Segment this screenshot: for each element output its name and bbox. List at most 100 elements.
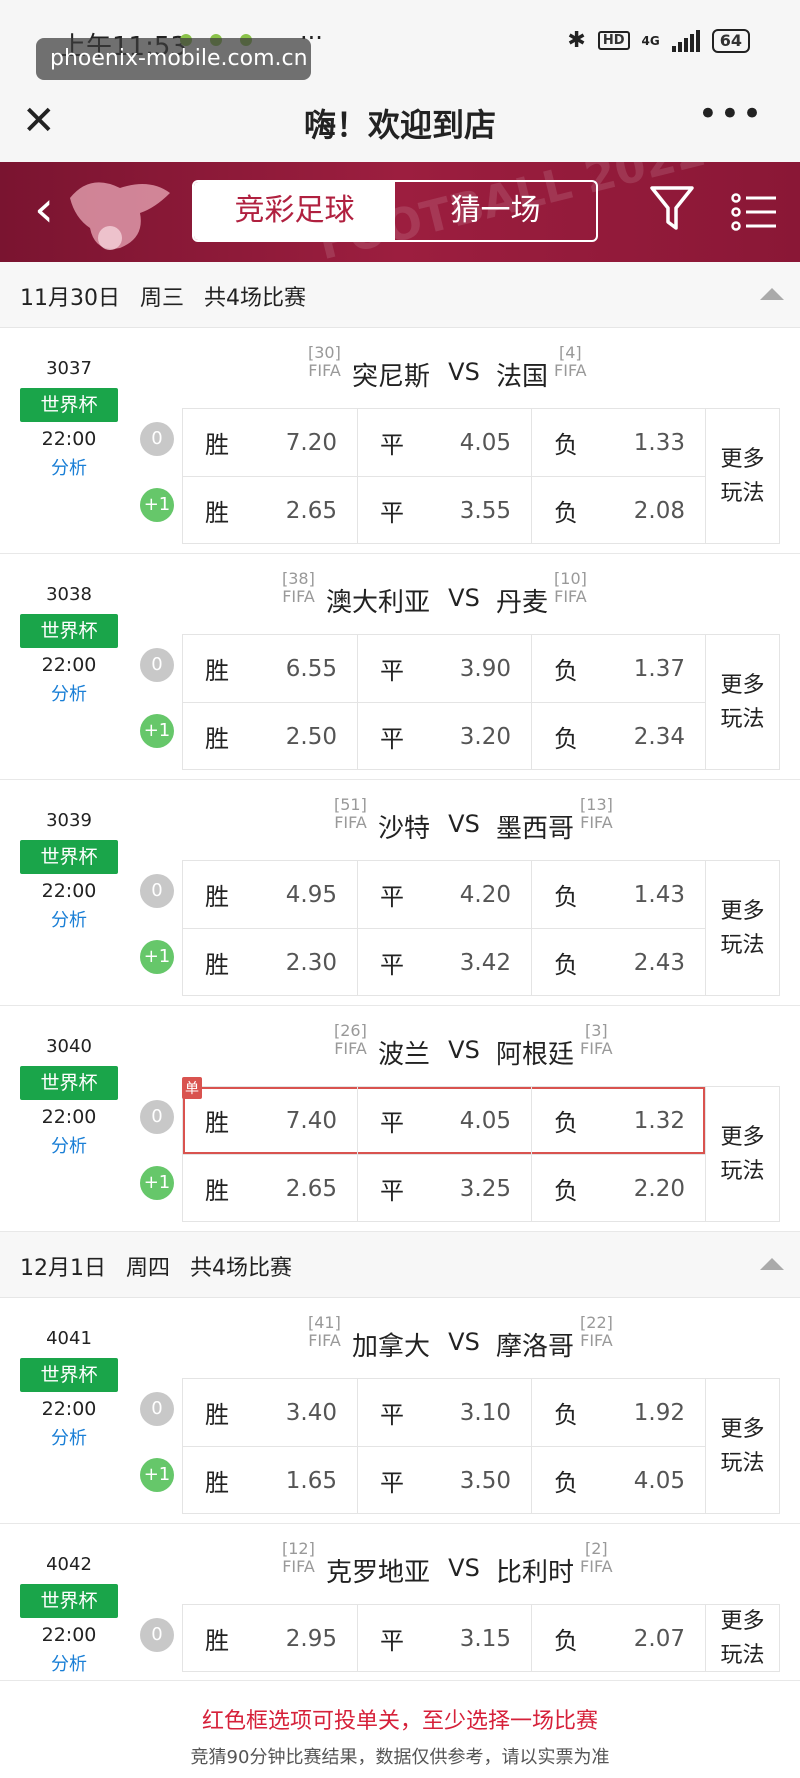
odds-lose-cell[interactable]: 负 1.33: [531, 409, 705, 476]
odds-lose-cell[interactable]: 负 2.20: [531, 1155, 705, 1222]
away-team: 摩洛哥: [496, 1332, 575, 1362]
odds-draw-cell[interactable]: 平 3.25: [357, 1155, 531, 1222]
odds-win-cell[interactable]: 胜 2.95: [183, 1605, 357, 1672]
odds-lose-cell[interactable]: 负 2.34: [531, 703, 705, 770]
odds-lose-label: 负: [554, 499, 578, 527]
more-play-line1: 更多: [720, 899, 765, 924]
odds-lose-cell[interactable]: 负 4.05: [531, 1447, 705, 1514]
odds-draw-value: 4.05: [459, 1107, 511, 1134]
teams-row: [30] FIFA 突尼斯 VS 法国 [4] FIFA: [182, 344, 680, 394]
odds-win-cell[interactable]: 胜 6.55: [183, 635, 357, 702]
odds-draw-cell[interactable]: 平 3.55: [357, 477, 531, 544]
odds-lose-cell[interactable]: 负 1.37: [531, 635, 705, 702]
odds-win-cell[interactable]: 胜 2.30: [183, 929, 357, 996]
odds-win-label: 胜: [205, 1627, 229, 1655]
away-rank: [22] FIFA: [580, 1314, 613, 1350]
list-menu-icon[interactable]: [730, 188, 778, 236]
handicap-plus-one-badge: +1: [140, 940, 174, 974]
analysis-link[interactable]: 分析: [20, 1132, 118, 1158]
match-time: 22:00: [41, 1624, 97, 1646]
odds-win-cell[interactable]: 胜 7.20: [183, 409, 357, 476]
analysis-link[interactable]: 分析: [20, 680, 118, 706]
more-play-button[interactable]: 更多 玩法: [706, 1604, 780, 1672]
odds-win-cell[interactable]: 胜 7.40 单: [182, 1077, 357, 1154]
collapse-icon[interactable]: [760, 1258, 784, 1270]
more-play-button[interactable]: 更多 玩法: [706, 634, 780, 770]
odds-lose-label: 负: [554, 1627, 578, 1655]
match-number: 3037: [46, 358, 92, 379]
odds-win-cell[interactable]: 胜 1.65: [183, 1447, 357, 1514]
odds-win-cell[interactable]: 胜 4.95: [183, 861, 357, 928]
odds-win-cell[interactable]: 胜 3.40: [183, 1379, 357, 1446]
odds-draw-cell[interactable]: 平 3.90: [357, 635, 531, 702]
analysis-link[interactable]: 分析: [20, 1650, 118, 1676]
match-number: 3038: [46, 584, 92, 605]
more-play-button[interactable]: 更多 玩法: [706, 1086, 780, 1222]
odds-lose-label: 负: [554, 951, 578, 979]
odds-draw-cell[interactable]: 平 3.10: [357, 1379, 531, 1446]
analysis-link[interactable]: 分析: [20, 454, 118, 480]
odds-lose-label: 负: [554, 657, 578, 685]
tab-jingcai-football[interactable]: 竞彩足球: [194, 182, 395, 240]
odds-lose-cell[interactable]: 负 2.07: [531, 1605, 705, 1672]
odds-draw-cell[interactable]: 平 3.20: [357, 703, 531, 770]
odds-row: 胜 2.65 平 3.25 负 2.20: [183, 1154, 705, 1222]
more-play-button[interactable]: 更多 玩法: [706, 1378, 780, 1514]
odds-draw-cell[interactable]: 平 3.42: [357, 929, 531, 996]
odds-lose-label: 负: [554, 1401, 578, 1429]
footer-bar: 红色框选项可投单关，至少选择一场比赛 竞猜90分钟比赛结果，数据仅供参考，请以实…: [0, 1680, 800, 1778]
odds-lose-cell[interactable]: 负 1.92: [531, 1379, 705, 1446]
odds-lose-cell[interactable]: 负 2.08: [531, 477, 705, 544]
odds-draw-cell[interactable]: 平 4.05: [357, 409, 531, 476]
away-team: 比利时: [496, 1558, 575, 1588]
odds-win-cell[interactable]: 胜 2.50: [183, 703, 357, 770]
match-info: 3038 世界杯 22:00 分析: [20, 584, 118, 706]
collapse-icon[interactable]: [760, 288, 784, 300]
odds-draw-cell[interactable]: 平 3.15: [357, 1605, 531, 1672]
odds-grid: 胜 6.55 平 3.90 负 1.37 胜 2.50 平 3.20 负 2.34: [182, 634, 706, 770]
analysis-link[interactable]: 分析: [20, 1424, 118, 1450]
more-menu-icon[interactable]: •••: [698, 94, 764, 134]
odds-draw-cell[interactable]: 平 4.20: [357, 861, 531, 928]
date-text: 11月30日 周三 共4场比赛: [20, 280, 326, 312]
match-list: 11月30日 周三 共4场比赛 3037 世界杯 22:00 分析 [30] FIFA 突尼斯 VS…: [0, 262, 800, 1750]
odds-win-value: 7.40: [285, 1107, 337, 1134]
odds-draw-value: 3.20: [459, 723, 511, 750]
odds-win-cell[interactable]: 胜 2.65: [183, 477, 357, 544]
odds-lose-cell[interactable]: 负 1.43: [531, 861, 705, 928]
teams-row: [41] FIFA 加拿大 VS 摩洛哥 [22] FIFA: [182, 1314, 680, 1364]
odds-win-cell[interactable]: 胜 2.65: [183, 1155, 357, 1222]
date-header[interactable]: 12月1日 周四 共4场比赛: [0, 1232, 800, 1298]
odds-lose-cell[interactable]: 负 1.32: [531, 1087, 705, 1154]
footer-main-text: 红色框选项可投单关，至少选择一场比赛: [201, 1709, 598, 1734]
analysis-link[interactable]: 分析: [20, 906, 118, 932]
odds-lose-value: 2.08: [633, 497, 685, 524]
match-count-label: 共4场比赛: [204, 286, 307, 311]
odds-draw-cell[interactable]: 平 4.05: [357, 1087, 531, 1154]
odds-draw-cell[interactable]: 平 3.50: [357, 1447, 531, 1514]
more-play-button[interactable]: 更多 玩法: [706, 860, 780, 996]
home-rank: [38] FIFA: [282, 570, 315, 606]
more-play-button[interactable]: 更多 玩法: [706, 408, 780, 544]
more-play-line2: 玩法: [720, 707, 765, 732]
odds-win-value: 2.30: [285, 949, 337, 976]
odds-draw-value: 3.55: [459, 497, 511, 524]
date-header[interactable]: 11月30日 周三 共4场比赛: [0, 262, 800, 328]
match-time: 22:00: [41, 428, 97, 450]
odds-lose-cell[interactable]: 负 2.43: [531, 929, 705, 996]
home-rank-source: FIFA: [282, 1557, 315, 1576]
tab-guess-one[interactable]: 猜一场: [395, 182, 596, 240]
league-badge: 世界杯: [20, 1066, 118, 1100]
handicap-plus-one-badge: +1: [140, 1458, 174, 1492]
odds-lose-value: 2.43: [633, 949, 685, 976]
date-label: 12月1日: [20, 1256, 106, 1281]
odds-row: 胜 4.95 平 4.20 负 1.43: [183, 861, 705, 928]
home-rank-source: FIFA: [282, 587, 315, 606]
match-info: 3037 世界杯 22:00 分析: [20, 358, 118, 480]
back-icon[interactable]: ‹: [34, 184, 54, 234]
date-text: 12月1日 周四 共4场比赛: [20, 1250, 312, 1282]
footer-sub-text: 竞猜90分钟比赛结果，数据仅供参考，请以实票为准: [190, 1747, 610, 1768]
filter-icon[interactable]: [648, 182, 696, 236]
home-rank-source: FIFA: [334, 813, 367, 832]
teams-row: [51] FIFA 沙特 VS 墨西哥 [13] FIFA: [182, 796, 680, 846]
